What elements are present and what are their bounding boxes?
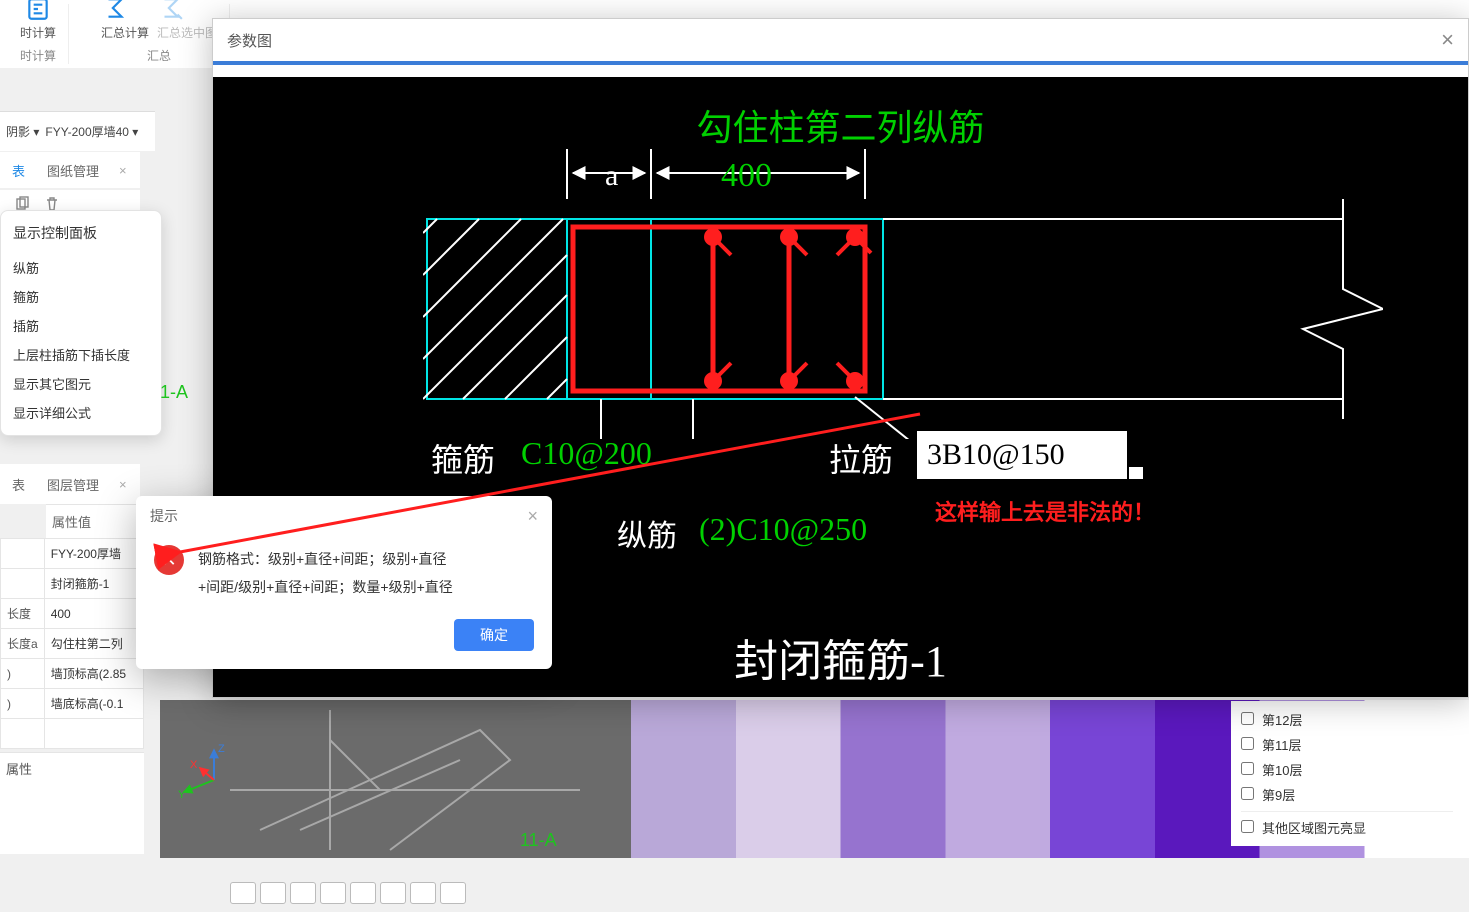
display-control-panel: 显示控制面板 纵筋 箍筋 插筋 上层柱插筋下插长度 显示其它图元 显示详细公式 <box>0 210 162 436</box>
dimension-400-label: 400 <box>721 157 772 195</box>
property-header: 属性值 <box>46 504 146 538</box>
prop-value-cell[interactable] <box>44 719 143 749</box>
table-row: FYY-200厚墙 <box>1 539 144 569</box>
calc-icon[interactable] <box>24 0 52 22</box>
view-btn[interactable] <box>410 882 436 904</box>
shadow-dropdown[interactable]: 阴影 ▾ <box>6 123 39 140</box>
layer-tabs: 表 图层管理 × <box>0 464 140 504</box>
stirrup-label: 箍筋 <box>431 435 495 481</box>
floor-checkbox[interactable]: 第10层 <box>1241 757 1453 782</box>
prop-value-cell[interactable]: 勾住柱第二列 <box>44 629 143 659</box>
tie-bar-input[interactable] <box>917 431 1127 479</box>
longitudinal-value: (2)C10@250 <box>699 511 867 548</box>
section-diagram <box>423 149 1383 439</box>
view-btn[interactable] <box>260 882 286 904</box>
window-titlebar[interactable]: 参数图 × <box>213 19 1468 61</box>
tab-close-icon[interactable]: × <box>113 163 133 178</box>
toolbar-item-label: 时计算 <box>20 24 56 41</box>
tab-close-icon[interactable]: × <box>113 477 133 492</box>
table-row: 长度a勾住柱第二列 <box>1 629 144 659</box>
floor-checkbox[interactable]: 第11层 <box>1241 732 1453 757</box>
toolbar-item-label: 汇总计算 <box>101 24 149 41</box>
table-row: 长度400 <box>1 599 144 629</box>
panel-item[interactable]: 插筋 <box>13 311 149 340</box>
tab-table-2[interactable]: 表 <box>4 469 33 500</box>
dimension-a-label: a <box>605 159 618 193</box>
view-btn[interactable] <box>380 882 406 904</box>
diagram-title: 勾住柱第二列纵筋 <box>696 99 984 151</box>
window-title: 参数图 <box>227 30 272 51</box>
input-dropdown-icon[interactable] <box>1129 467 1143 479</box>
prop-value-cell[interactable]: FYY-200厚墙 <box>44 539 143 569</box>
close-icon[interactable]: × <box>527 506 538 527</box>
tabs-row: 表 图纸管理 × <box>0 152 140 188</box>
panel-item[interactable]: 箍筋 <box>13 282 149 311</box>
dialog-title: 提示 <box>150 506 178 527</box>
tie-bar-label: 拉筋 <box>829 435 893 481</box>
view-btn[interactable] <box>350 882 376 904</box>
panel-title: 显示控制面板 <box>13 223 149 243</box>
view-btn[interactable] <box>230 882 256 904</box>
sigma-icon[interactable] <box>101 0 129 22</box>
panel-item[interactable]: 上层柱插筋下插长度 <box>13 340 149 369</box>
dropdown-bar: 阴影 ▾ FYY-200厚墙40 ▾ <box>0 111 155 151</box>
toolbar-group-sum: 汇总计算 汇总选中图 汇总 <box>89 4 230 64</box>
prop-value-cell[interactable]: 墙顶标高(2.85 <box>44 659 143 689</box>
blank-area <box>0 784 144 854</box>
table-row: )墙底标高(-0.1 <box>1 689 144 719</box>
alert-dialog: 提示 × ✕ 钢筋格式：级别+直径+间距；级别+直径 +间距/级别+直径+间距；… <box>136 496 552 669</box>
panel-item[interactable]: 显示其它图元 <box>13 369 149 398</box>
property-footer: 属性 <box>0 752 144 784</box>
wall-type-dropdown[interactable]: FYY-200厚墙40 ▾ <box>45 123 138 140</box>
panel-item[interactable]: 纵筋 <box>13 253 149 282</box>
view-btn[interactable] <box>320 882 346 904</box>
highlight-checkbox[interactable]: 其他区域图元亮显 <box>1241 811 1453 840</box>
toolbar-item-label: 汇总选中图 <box>157 24 217 41</box>
table-row: )墙顶标高(2.85 <box>1 659 144 689</box>
view-mode-toolbar <box>230 882 466 912</box>
tab-drawing-manage[interactable]: 图纸管理 <box>39 155 107 186</box>
toolbar-group-calc: 时计算 时计算 <box>8 4 69 64</box>
prop-value-cell[interactable]: 400 <box>44 599 143 629</box>
property-table: FYY-200厚墙 封闭箍筋-1 长度400 长度a勾住柱第二列 )墙顶标高(2… <box>0 538 144 749</box>
floor-checkbox[interactable]: 第9层 <box>1241 782 1453 807</box>
floor-checkbox[interactable]: 第12层 <box>1241 707 1453 732</box>
prop-value-cell[interactable]: 封闭箍筋-1 <box>44 569 143 599</box>
close-icon[interactable]: × <box>1441 27 1454 53</box>
table-row: 封闭箍筋-1 <box>1 569 144 599</box>
tab-table[interactable]: 表 <box>4 155 33 186</box>
panel-item[interactable]: 显示详细公式 <box>13 398 149 427</box>
sigma-select-icon[interactable] <box>157 0 185 22</box>
view-btn[interactable] <box>440 882 466 904</box>
floor-visibility-panel: 第12层 第11层 第10层 第9层 其他区域图元亮显 <box>1231 701 1463 846</box>
stirrup-value: C10@200 <box>521 435 652 472</box>
error-icon: ✕ <box>154 545 184 575</box>
toolbar-group-label: 汇总 <box>147 47 171 64</box>
annotation-remark: 这样输上去是非法的！ <box>935 495 1155 527</box>
view-btn[interactable] <box>290 882 316 904</box>
toolbar-group-label: 时计算 <box>20 47 56 64</box>
dialog-message: 钢筋格式：级别+直径+间距；级别+直径 +间距/级别+直径+间距；数量+级别+直… <box>198 545 453 601</box>
table-row <box>1 719 144 749</box>
axis-marker: 1-A <box>160 382 188 403</box>
axis-marker: 11-A <box>520 830 557 851</box>
ok-button[interactable]: 确定 <box>454 619 534 651</box>
longitudinal-label: 纵筋 <box>617 511 677 555</box>
tab-layer-manage[interactable]: 图层管理 <box>39 469 107 500</box>
prop-value-cell[interactable]: 墙底标高(-0.1 <box>44 689 143 719</box>
window-accent-bar <box>213 61 1468 65</box>
diagram-bottom-title: 封闭箍筋-1 <box>734 625 947 689</box>
